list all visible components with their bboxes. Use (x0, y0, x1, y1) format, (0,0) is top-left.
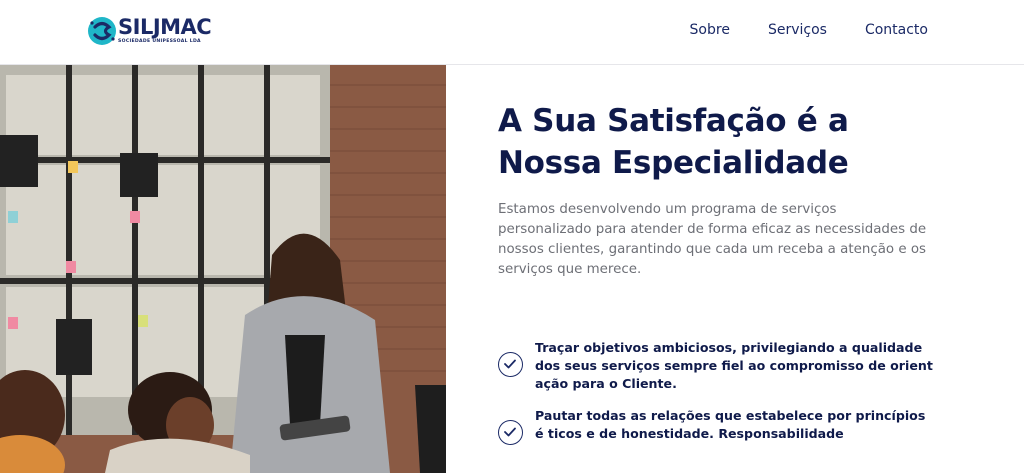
hero-content: A Sua Satisfação é a Nossa Especialidade… (498, 100, 938, 280)
hero-description: Estamos desenvolvendo um programa de ser… (498, 202, 927, 277)
nav-link-contacto[interactable]: Contacto (865, 22, 928, 38)
feature-item: Traçar objetivos ambiciosos, privilegian… (498, 339, 938, 393)
siljmac-logo[interactable]: SILJMAC SOCIEDADE UNIPESSOAL LDA (86, 14, 212, 50)
check-circle-icon (498, 420, 523, 445)
check-circle-icon (498, 352, 523, 377)
hero-title-line-2: Nossa Especialidade (498, 145, 849, 181)
nav-link-sobre[interactable]: Sobre (690, 22, 730, 38)
feature-item: Pautar todas as relações que estabelece … (498, 407, 938, 445)
hero-image (0, 65, 446, 473)
hero-title: A Sua Satisfação é a Nossa Especialidade (498, 100, 938, 184)
nav-link-servicos[interactable]: Serviços (768, 22, 827, 38)
features-list: Traçar objetivos ambiciosos, privilegian… (498, 339, 938, 457)
office-team-photo (0, 65, 446, 473)
logo-wordmark: SILJMAC (118, 15, 212, 39)
logo-subtitle: SOCIEDADE UNIPESSOAL LDA (118, 39, 201, 44)
main-nav: Sobre Serviços Contacto (690, 22, 928, 38)
site-header: SILJMAC SOCIEDADE UNIPESSOAL LDA Sobre S… (0, 0, 1024, 65)
logo-mark-icon (88, 17, 116, 45)
hero-title-line-1: A Sua Satisfação é a (498, 103, 849, 139)
feature-text: Pautar todas as relações que estabelece … (535, 408, 926, 441)
feature-text: Traçar objetivos ambiciosos, privilegian… (535, 340, 933, 391)
